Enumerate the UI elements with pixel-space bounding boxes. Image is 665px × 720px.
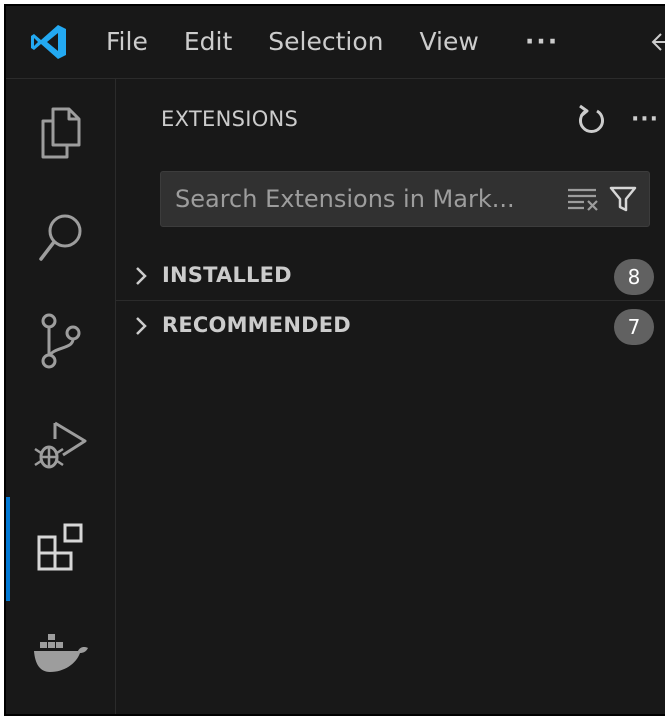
activity-search[interactable]: [6, 185, 115, 289]
menu-edit[interactable]: Edit: [166, 20, 250, 64]
section-installed-label: INSTALLED: [162, 263, 292, 287]
menu-view[interactable]: View: [401, 20, 496, 64]
menu-more[interactable]: ···: [497, 20, 578, 64]
clear-search-button[interactable]: [563, 178, 603, 220]
extensions-search-input[interactable]: [161, 172, 541, 226]
active-indicator: [6, 497, 10, 601]
section-recommended-label: RECOMMENDED: [162, 313, 351, 337]
activity-bar: [6, 79, 116, 714]
section-recommended[interactable]: RECOMMENDED 7: [116, 301, 665, 351]
filter-button[interactable]: [603, 178, 643, 220]
extensions-search-box: [160, 171, 650, 227]
chevron-right-icon: [136, 317, 147, 335]
activity-explorer[interactable]: [6, 81, 115, 185]
explorer-icon: [41, 107, 80, 159]
arrow-left-icon[interactable]: [649, 28, 665, 56]
clear-filter-icon: [568, 188, 598, 211]
sidebar-title-actions: ···: [559, 97, 665, 141]
filter-icon: [609, 186, 637, 212]
menu-bar: File Edit Selection View ···: [88, 6, 577, 78]
activity-run-debug[interactable]: [6, 393, 115, 497]
activity-extensions[interactable]: [6, 497, 115, 601]
menu-selection[interactable]: Selection: [250, 20, 401, 64]
run-debug-icon: [33, 421, 86, 469]
more-icon: ···: [630, 106, 660, 132]
docker-icon: [33, 634, 88, 672]
title-bar: File Edit Selection View ···: [6, 6, 665, 79]
vscode-logo-icon[interactable]: [30, 24, 68, 60]
refresh-button[interactable]: [569, 97, 613, 141]
chevron-right-icon: [136, 267, 147, 285]
extensions-sidebar: EXTENSIONS ··· Search Extensions in Mark…: [116, 79, 665, 714]
more-actions-button[interactable]: ···: [623, 97, 665, 141]
search-icon: [38, 214, 81, 261]
recommended-count-badge: 7: [614, 309, 654, 345]
refresh-icon: [579, 104, 604, 133]
source-control-icon: [41, 313, 80, 369]
vscode-window: File Edit Selection View ··· EXTENSIONS …: [4, 4, 665, 716]
activity-source-control[interactable]: [6, 289, 115, 393]
activity-docker[interactable]: [6, 601, 115, 705]
installed-count-badge: 8: [614, 259, 654, 295]
menu-file[interactable]: File: [88, 20, 166, 64]
search-actions: [563, 178, 643, 220]
extensions-icon: [37, 523, 82, 571]
section-installed[interactable]: INSTALLED 8: [116, 251, 665, 301]
sidebar-title: EXTENSIONS: [161, 107, 299, 131]
